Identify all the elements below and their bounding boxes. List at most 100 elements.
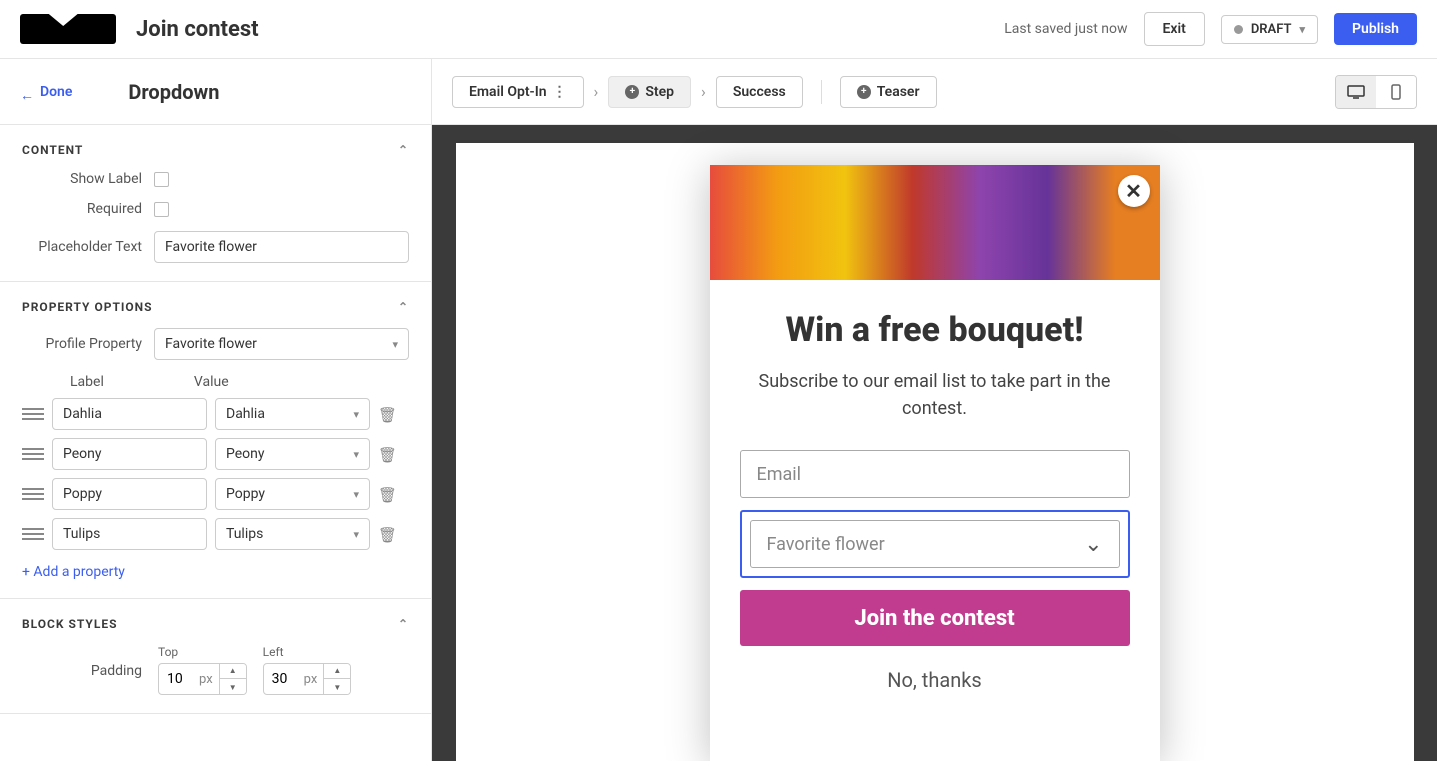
padding-label: Padding: [22, 663, 142, 679]
option-label-input[interactable]: [52, 398, 207, 430]
chevron-down-icon: [392, 336, 398, 352]
step-pill[interactable]: + Step: [608, 76, 691, 108]
popup-close-button[interactable]: ✕: [1118, 175, 1150, 207]
popup-email-input[interactable]: Email: [740, 450, 1130, 498]
padding-left-label: Left: [263, 645, 352, 659]
property-options-label: PROPERTY OPTIONS: [22, 300, 153, 314]
popup-headline[interactable]: Win a free bouquet!: [740, 310, 1130, 350]
delete-option-button[interactable]: [378, 405, 396, 424]
chevron-down-icon: [1300, 22, 1306, 37]
options-col-value: Value: [194, 374, 229, 390]
option-value-select[interactable]: Tulips: [215, 518, 370, 550]
option-label-input[interactable]: [52, 478, 207, 510]
block-styles-header[interactable]: BLOCK STYLES: [22, 617, 409, 631]
option-value-text: Tulips: [226, 526, 263, 542]
padding-top-stepper-down[interactable]: ▼: [220, 679, 246, 695]
mobile-preview-button[interactable]: [1376, 76, 1416, 108]
done-back-link[interactable]: Done: [20, 84, 72, 100]
delete-option-button[interactable]: [378, 525, 396, 544]
done-label: Done: [40, 84, 72, 100]
option-value-text: Peony: [226, 446, 265, 462]
option-row: Poppy: [22, 478, 409, 510]
profile-property-label: Profile Property: [22, 336, 142, 352]
padding-left-input[interactable]: [264, 671, 304, 687]
option-value-select[interactable]: Dahlia: [215, 398, 370, 430]
preview-popup: ✕ Win a free bouquet! Subscribe to our e…: [710, 165, 1160, 761]
option-label-input[interactable]: [52, 438, 207, 470]
toolbar-separator: [821, 80, 822, 104]
popup-email-placeholder: Email: [757, 464, 802, 485]
option-value-select[interactable]: Poppy: [215, 478, 370, 510]
option-label-input[interactable]: [52, 518, 207, 550]
option-value-select[interactable]: Peony: [215, 438, 370, 470]
chevron-down-icon: [353, 446, 359, 462]
klaviyo-logo: [20, 14, 116, 44]
delete-option-button[interactable]: [378, 485, 396, 504]
profile-property-value: Favorite flower: [165, 336, 257, 352]
placeholder-text-label: Placeholder Text: [22, 239, 142, 255]
chevron-down-icon: [353, 486, 359, 502]
content-header-label: CONTENT: [22, 143, 83, 157]
padding-left-stepper-up[interactable]: ▲: [324, 663, 350, 679]
popup-subhead[interactable]: Subscribe to our email list to take part…: [740, 368, 1130, 422]
more-vertical-icon[interactable]: [553, 84, 567, 100]
show-label-checkbox[interactable]: [154, 172, 169, 187]
delete-option-button[interactable]: [378, 445, 396, 464]
chevron-up-icon: [398, 143, 409, 157]
drag-handle-icon[interactable]: [22, 488, 44, 500]
block-title: Dropdown: [128, 80, 219, 104]
property-options-header[interactable]: PROPERTY OPTIONS: [22, 300, 409, 314]
chevron-up-icon: [398, 300, 409, 314]
teaser-pill[interactable]: + Teaser: [840, 76, 937, 108]
teaser-label: Teaser: [877, 84, 920, 100]
chevron-down-icon: [1084, 532, 1102, 557]
mobile-icon: [1391, 84, 1401, 100]
success-label: Success: [733, 84, 786, 100]
padding-top-stepper-up[interactable]: ▲: [220, 663, 246, 679]
popup-cta-button[interactable]: Join the contest: [740, 590, 1130, 646]
popup-hero-image: [710, 165, 1160, 280]
padding-left-stepper-down[interactable]: ▼: [324, 679, 350, 695]
option-value-text: Poppy: [226, 486, 265, 502]
drag-handle-icon[interactable]: [22, 408, 44, 420]
success-pill[interactable]: Success: [716, 76, 803, 108]
option-value-text: Dahlia: [226, 406, 265, 422]
add-property-link[interactable]: + Add a property: [22, 564, 125, 580]
option-row: Dahlia: [22, 398, 409, 430]
popup-dismiss-link[interactable]: No, thanks: [740, 668, 1130, 692]
email-opt-in-label: Email Opt-In: [469, 84, 547, 100]
drag-handle-icon[interactable]: [22, 448, 44, 460]
block-styles-label: BLOCK STYLES: [22, 617, 118, 631]
option-row: Tulips: [22, 518, 409, 550]
show-label-label: Show Label: [22, 171, 142, 187]
popup-dropdown-selected[interactable]: Favorite flower: [740, 510, 1130, 578]
options-col-label: Label: [70, 374, 104, 390]
publish-button[interactable]: Publish: [1334, 13, 1417, 45]
placeholder-text-input[interactable]: [154, 231, 409, 263]
step-label: Step: [645, 84, 674, 100]
plus-circle-icon: +: [857, 85, 871, 99]
preview-stage: ✕ Win a free bouquet! Subscribe to our e…: [456, 143, 1414, 761]
padding-top-label: Top: [158, 645, 247, 659]
page-title: Join contest: [136, 17, 259, 42]
chevron-down-icon: [353, 526, 359, 542]
chevron-right-icon: [594, 82, 599, 101]
chevron-up-icon: [398, 617, 409, 631]
email-opt-in-pill[interactable]: Email Opt-In: [452, 76, 584, 108]
exit-button[interactable]: Exit: [1144, 12, 1205, 46]
padding-top-input[interactable]: [159, 671, 199, 687]
padding-top-unit: px: [199, 672, 219, 687]
profile-property-select[interactable]: Favorite flower: [154, 328, 409, 360]
required-checkbox[interactable]: [154, 202, 169, 217]
padding-left-unit: px: [304, 672, 324, 687]
arrow-left-icon: [20, 87, 34, 97]
status-label: DRAFT: [1251, 22, 1292, 37]
chevron-right-icon: [701, 82, 706, 101]
popup-dropdown-placeholder: Favorite flower: [767, 534, 885, 555]
desktop-preview-button[interactable]: [1336, 76, 1376, 108]
status-dot-icon: [1234, 25, 1243, 34]
drag-handle-icon[interactable]: [22, 528, 44, 540]
plus-circle-icon: +: [625, 85, 639, 99]
status-dropdown[interactable]: DRAFT: [1221, 15, 1318, 44]
content-section-header[interactable]: CONTENT: [22, 143, 409, 157]
